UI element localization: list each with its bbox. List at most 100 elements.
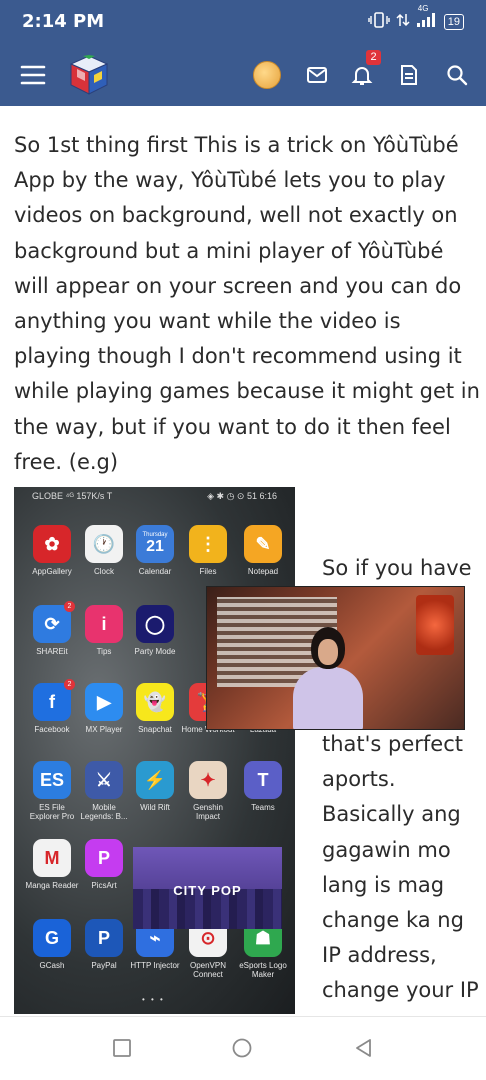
- signal-icon: 4G: [416, 4, 438, 31]
- notification-badge: 2: [366, 50, 381, 65]
- city-pop-label: CITY POP: [173, 883, 242, 898]
- embedded-app-mobile-legends-b[interactable]: ⚔ Mobile Legends: B...: [76, 761, 132, 821]
- embedded-app-snapchat[interactable]: 👻 Snapchat: [127, 683, 183, 734]
- user-avatar-button[interactable]: [250, 58, 284, 92]
- article-paragraph-side: that's perfect aports. Basically ang gag…: [322, 732, 479, 1003]
- site-logo[interactable]: [66, 52, 112, 98]
- document-icon: [401, 65, 417, 85]
- app-tile-icon: ES: [33, 761, 71, 799]
- app-label: Teams: [251, 803, 275, 812]
- status-time: 2:14 PM: [22, 11, 105, 32]
- app-label: MX Player: [85, 725, 123, 734]
- app-label: Genshin Impact: [193, 803, 223, 821]
- embedded-app-es-file-explorer-pro[interactable]: ES ES File Explorer Pro: [24, 761, 80, 821]
- hamburger-icon: [20, 65, 46, 85]
- embedded-app-clock[interactable]: 🕐 Clock: [76, 525, 132, 576]
- article-paragraph-side-top: So if you have: [322, 556, 472, 580]
- battery-icon: 19: [443, 13, 464, 30]
- app-label: Calendar: [138, 567, 172, 576]
- app-label: eSports Logo Maker: [239, 961, 287, 979]
- app-tile-icon: 👻: [136, 683, 174, 721]
- embedded-app-appgallery[interactable]: ✿ AppGallery: [24, 525, 80, 576]
- app-label: Mobile Legends: B...: [80, 803, 128, 821]
- app-tile-icon: M: [33, 839, 71, 877]
- embedded-app-genshin-impact[interactable]: ✦ Genshin Impact: [180, 761, 236, 821]
- envelope-icon: [307, 67, 327, 83]
- menu-button[interactable]: [16, 58, 50, 92]
- app-label: SHAREit: [36, 647, 68, 656]
- embedded-status-bar: GLOBE ⁴ᴳ 157K/s T ◈ ✱ ◷ ⊙ 51 6:16: [14, 487, 295, 507]
- notifications-button[interactable]: 2: [345, 50, 381, 92]
- floating-mini-player[interactable]: [206, 586, 465, 730]
- back-button[interactable]: [353, 1037, 377, 1061]
- home-button[interactable]: [231, 1037, 255, 1061]
- recents-square-icon: [113, 1039, 131, 1057]
- network-type: 4G: [417, 4, 429, 13]
- app-label: Facebook: [34, 725, 70, 734]
- embedded-app-party-mode[interactable]: ◯ Party Mode: [127, 605, 183, 656]
- embedded-app-tips[interactable]: i Tips: [76, 605, 132, 656]
- avatar: [253, 61, 281, 89]
- app-tile-icon: G: [33, 919, 71, 957]
- app-label: PayPal: [91, 961, 117, 970]
- app-bar: 2: [0, 44, 486, 106]
- app-tile-icon: ◯: [136, 605, 174, 643]
- app-tile-icon: ✦: [189, 761, 227, 799]
- app-label: Tips: [96, 647, 112, 656]
- app-label: Wild Rift: [140, 803, 170, 812]
- embedded-app-files[interactable]: ⋮ Files: [180, 525, 236, 576]
- app-label: Party Mode: [134, 647, 176, 656]
- embedded-app-mx-player[interactable]: ▶ MX Player: [76, 683, 132, 734]
- city-pop-widget[interactable]: CITY POP: [133, 847, 282, 929]
- app-tile-icon: ⟳ 2: [33, 601, 75, 643]
- battery-level: 19: [447, 15, 460, 28]
- embedded-app-teams[interactable]: T Teams: [235, 761, 291, 812]
- app-tile-icon: ✿: [33, 525, 71, 563]
- article-paragraph: So 1st thing first This is a trick on Yô…: [14, 133, 480, 474]
- app-label: AppGallery: [32, 567, 72, 576]
- app-label: OpenVPN Connect: [189, 961, 227, 979]
- embedded-app-paypal[interactable]: P PayPal: [76, 919, 132, 970]
- embedded-app-notepad[interactable]: ✎ Notepad: [235, 525, 291, 576]
- embedded-app-calendar[interactable]: Thursday 21 Calendar: [127, 525, 183, 576]
- status-bar: 2:14 PM 4G 19: [0, 0, 486, 44]
- app-label: PicsArt: [91, 881, 117, 890]
- app-tile-icon: ⋮: [189, 525, 227, 563]
- app-tile-icon: f2: [33, 679, 75, 721]
- embedded-app-gcash[interactable]: G GCash: [24, 919, 80, 970]
- app-tile-icon: ⚔: [85, 761, 123, 799]
- whats-new-button[interactable]: [392, 58, 426, 92]
- app-tile-icon: T: [244, 761, 282, 799]
- recents-button[interactable]: [111, 1037, 135, 1061]
- video-person: [287, 627, 367, 729]
- app-label: GCash: [39, 961, 65, 970]
- cube-logo-icon: [69, 55, 109, 95]
- search-icon: [447, 65, 468, 86]
- app-label: ES File Explorer Pro: [29, 803, 75, 821]
- app-tile-icon: i: [85, 605, 123, 643]
- embedded-app-facebook[interactable]: f 2 Facebook: [24, 679, 80, 734]
- embedded-app-manga-reader[interactable]: M Manga Reader: [24, 839, 80, 890]
- search-button[interactable]: [440, 58, 474, 92]
- embedded-app-wild-rift[interactable]: ⚡ Wild Rift: [127, 761, 183, 812]
- vibrate-icon: [368, 12, 390, 31]
- app-tile-icon: ⚡: [136, 761, 174, 799]
- app-badge: 2: [64, 601, 75, 612]
- back-triangle-icon: [356, 1039, 371, 1057]
- embedded-app-shareit[interactable]: ⟳ 2 SHAREit: [24, 601, 80, 656]
- data-arrows-icon: [396, 12, 410, 31]
- app-label: Files: [199, 567, 217, 576]
- app-label: Snapchat: [138, 725, 172, 734]
- app-tile-icon: P: [85, 839, 123, 877]
- app-tile-icon: P: [85, 919, 123, 957]
- app-label: Manga Reader: [25, 881, 79, 890]
- app-label: HTTP Injector: [130, 961, 180, 970]
- system-nav-bar: [0, 1016, 486, 1080]
- inbox-button[interactable]: [300, 58, 334, 92]
- embedded-app-picsart[interactable]: P PicsArt: [76, 839, 132, 890]
- app-label: Notepad: [247, 567, 279, 576]
- embedded-screenshot[interactable]: GLOBE ⁴ᴳ 157K/s T ◈ ✱ ◷ ⊙ 51 6:16 ✿ AppGa…: [14, 487, 295, 1014]
- page-dots: • • •: [142, 995, 165, 1004]
- bell-icon: [351, 67, 373, 85]
- embedded-status-left: GLOBE ⁴ᴳ 157K/s T: [32, 491, 113, 501]
